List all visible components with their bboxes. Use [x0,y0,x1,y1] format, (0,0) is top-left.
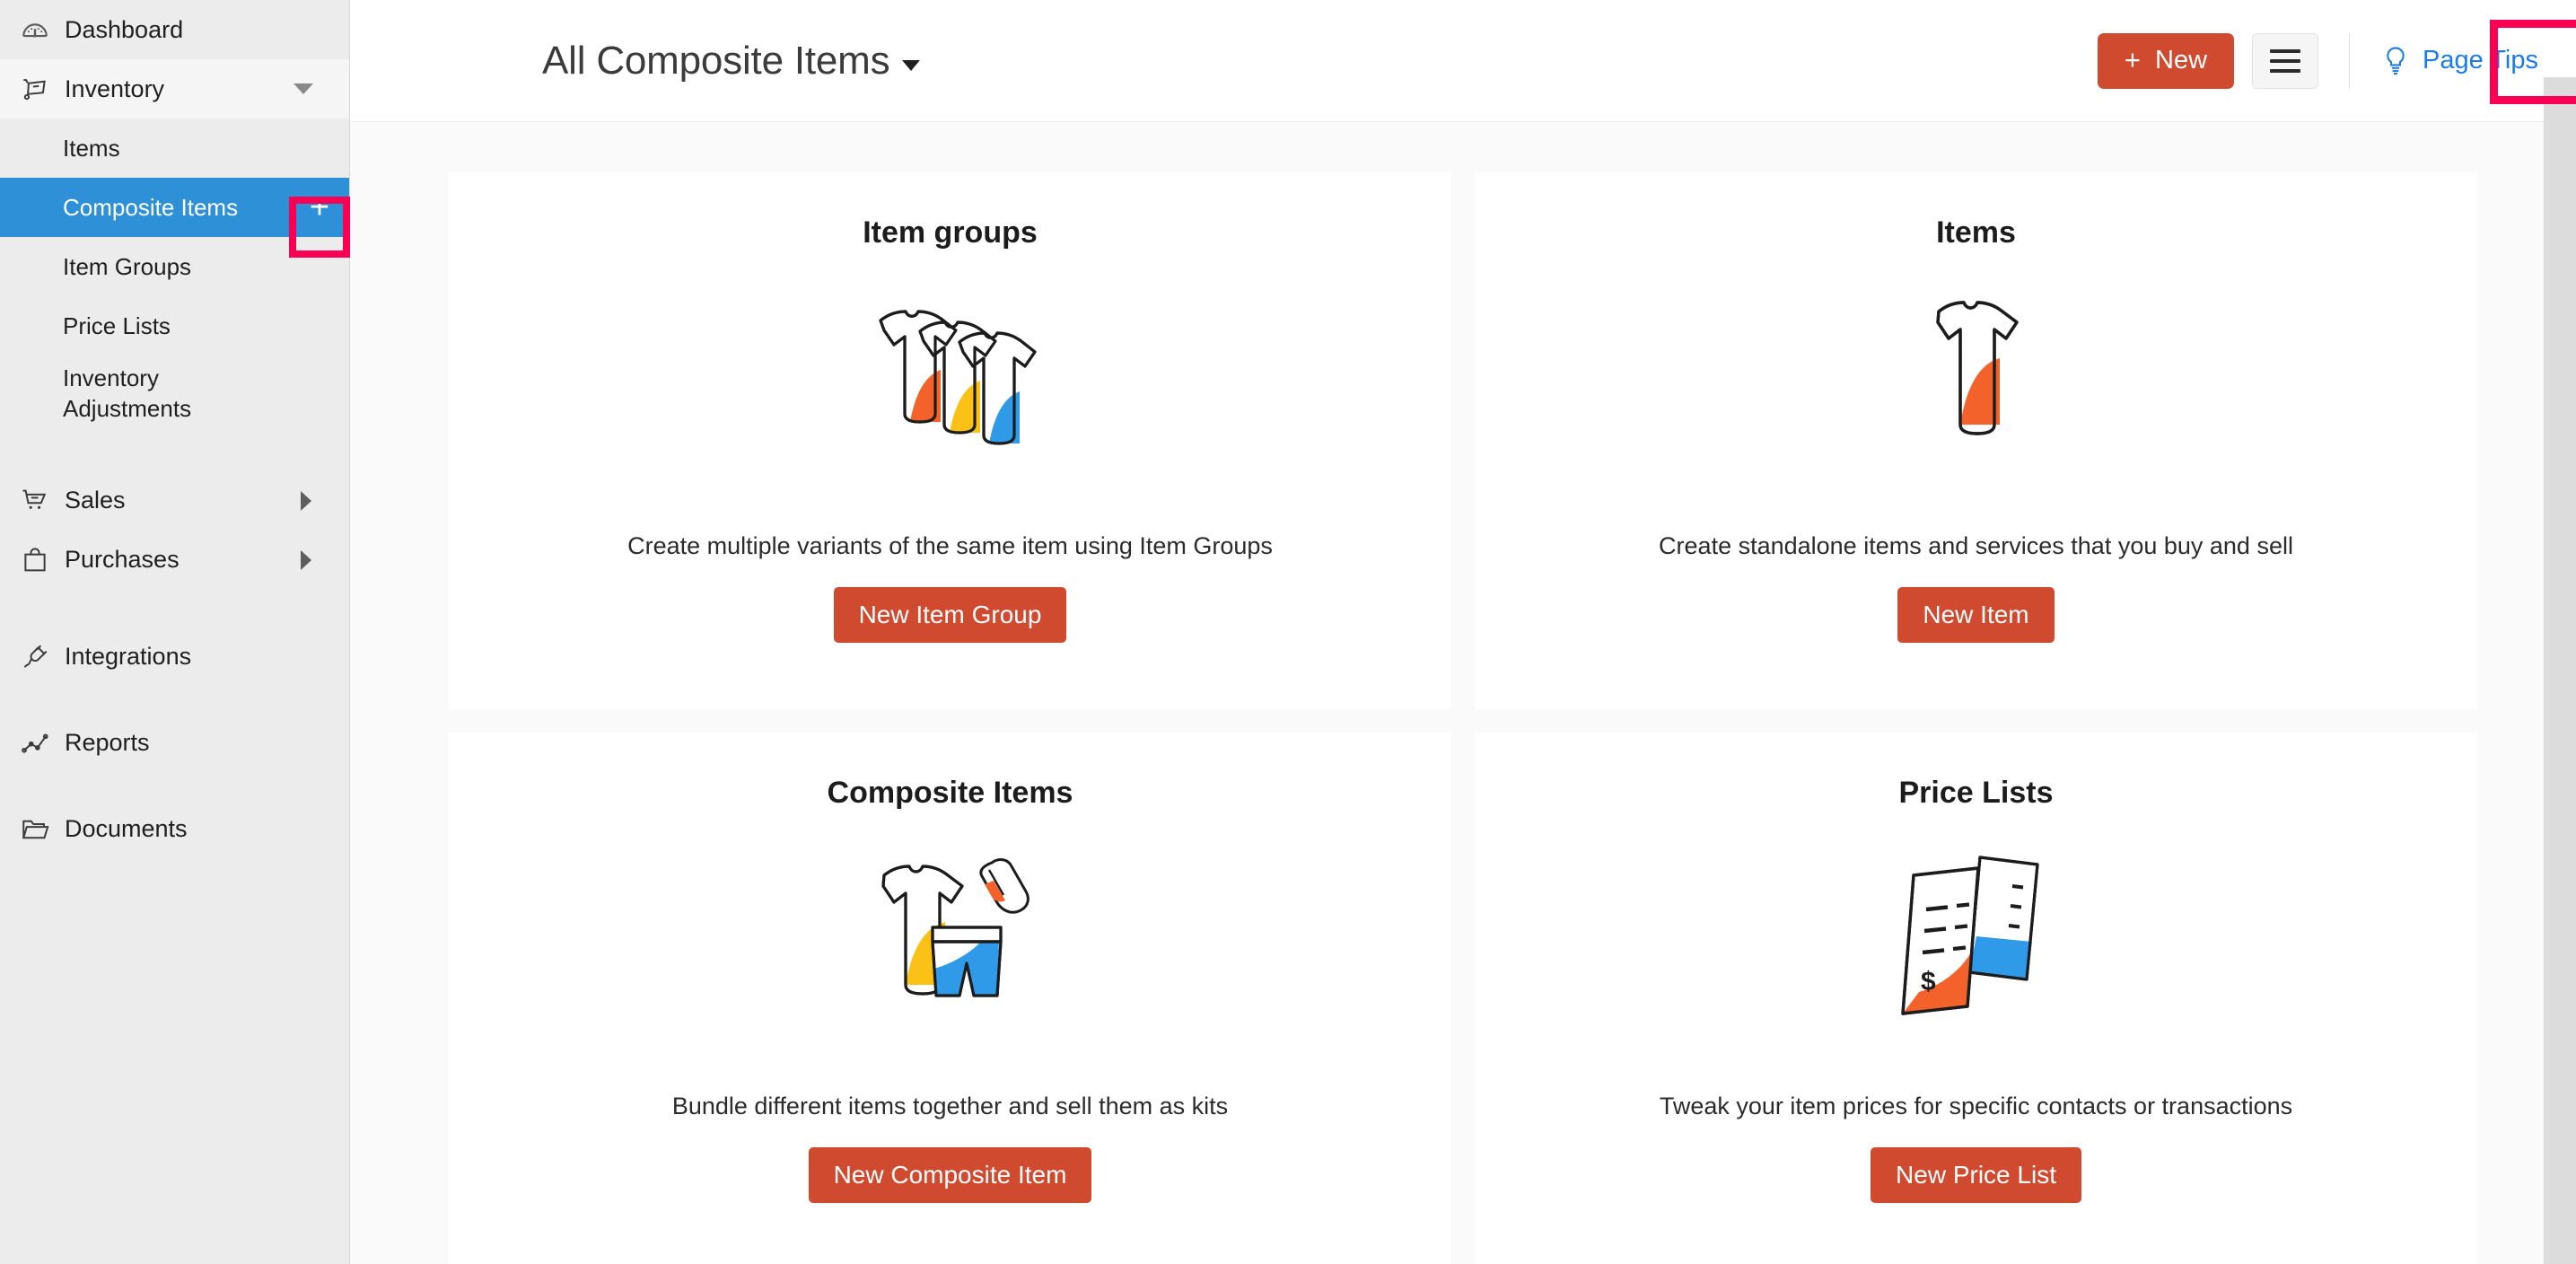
bag-icon [20,545,61,575]
sidebar-item-sales[interactable]: Sales [0,471,349,531]
sidebar-item-label: Sales [65,487,126,514]
sidebar-item-label: Integrations [65,643,191,671]
card-description: Tweak your item prices for specific cont… [1660,1093,2292,1120]
sidebar-spacer [0,434,349,471]
three-tshirts-illustration [816,290,1085,478]
vertical-scrollbar[interactable] [2544,77,2576,1264]
card-description: Create standalone items and services tha… [1659,532,2293,560]
card-title: Price Lists [1899,776,2054,811]
hamburger-icon-bar [2270,59,2300,63]
lightbulb-icon [2380,45,2411,77]
page-tips-label: Page Tips [2423,46,2538,75]
chart-line-icon [20,728,61,759]
tshirt-shorts-shoe-illustration [816,850,1085,1039]
card-title: Composite Items [828,776,1073,811]
sidebar-item-reports[interactable]: Reports [0,714,349,773]
add-composite-item-button[interactable]: + [290,178,349,237]
new-item-group-button[interactable]: New Item Group [834,587,1067,643]
hamburger-icon-bar [2270,69,2300,73]
sidebar-spacer [0,590,349,628]
sidebar-item-item-groups[interactable]: Item Groups [0,237,349,296]
sidebar-item-label: Purchases [65,546,180,574]
scrollbar-thumb[interactable] [2544,77,2576,1264]
new-button[interactable]: + New [2098,33,2234,89]
new-item-button[interactable]: New Item [1897,587,2054,643]
list-view-menu-button[interactable] [2252,33,2318,89]
sidebar-item-composite-items[interactable]: Composite Items + [0,178,349,237]
sidebar-item-items[interactable]: Items [0,118,349,178]
sidebar-item-documents[interactable]: Documents [0,800,349,859]
price-documents-illustration: $ [1842,850,2111,1039]
card-item-groups: Item groups [449,172,1451,709]
page-header: All Composite Items + New [350,0,2576,122]
chevron-down-icon [294,83,313,94]
sidebar-item-price-lists[interactable]: Price Lists [0,296,349,356]
card-title: Items [1936,215,2016,250]
tshirt-illustration [1842,290,2111,478]
sidebar-spacer [0,773,349,800]
sidebar-item-label: Dashboard [65,16,183,44]
sidebar-subitem-label: Inventory Adjustments [63,363,251,425]
header-divider [2349,33,2350,89]
card-description: Create multiple variants of the same ite… [627,532,1273,560]
sidebar-subitem-label: Price Lists [63,312,331,340]
chevron-right-icon [301,491,311,511]
card-items: Items Create standalone items and servic… [1475,172,2477,709]
sidebar-subitem-label: Items [63,135,331,162]
gauge-icon [20,14,61,45]
new-button-label: New [2155,46,2207,75]
new-price-list-button[interactable]: New Price List [1871,1147,2081,1203]
inventory-cart-icon [20,74,61,104]
sidebar-item-integrations[interactable]: Integrations [0,628,349,687]
page-title: All Composite Items [542,39,889,83]
plug-icon [20,642,61,672]
cards-grid: Item groups [350,122,2576,1264]
sidebar: Dashboard Inventory Items Composite Item… [0,0,350,1264]
sidebar-item-inventory-adjustments[interactable]: Inventory Adjustments [0,356,349,434]
page-tips-link[interactable]: Page Tips [2380,45,2538,77]
hamburger-icon-bar [2270,49,2300,53]
header-actions: + New [2098,33,2551,89]
app-root: Dashboard Inventory Items Composite Item… [0,0,2576,1264]
sidebar-item-label: Documents [65,815,188,843]
sidebar-item-inventory[interactable]: Inventory [0,59,349,118]
sidebar-subitem-label: Item Groups [63,253,331,281]
card-composite-items: Composite Items [449,733,1451,1264]
svg-text:$: $ [1921,967,1936,996]
sidebar-item-purchases[interactable]: Purchases [0,531,349,590]
cart-icon [20,486,61,516]
card-price-lists: Price Lists [1475,733,2477,1264]
folder-icon [20,814,61,845]
chevron-down-icon [902,60,920,71]
main-content: All Composite Items + New [350,0,2576,1264]
sidebar-spacer [0,687,349,714]
card-title: Item groups [863,215,1038,250]
plus-icon: + [2125,46,2141,74]
card-description: Bundle different items together and sell… [672,1093,1228,1120]
sidebar-item-label: Inventory [65,75,164,103]
chevron-right-icon [301,550,311,570]
sidebar-item-label: Reports [65,729,150,757]
new-composite-item-button[interactable]: New Composite Item [809,1147,1092,1203]
sidebar-item-dashboard[interactable]: Dashboard [0,0,349,59]
page-title-dropdown[interactable]: All Composite Items [542,39,920,83]
